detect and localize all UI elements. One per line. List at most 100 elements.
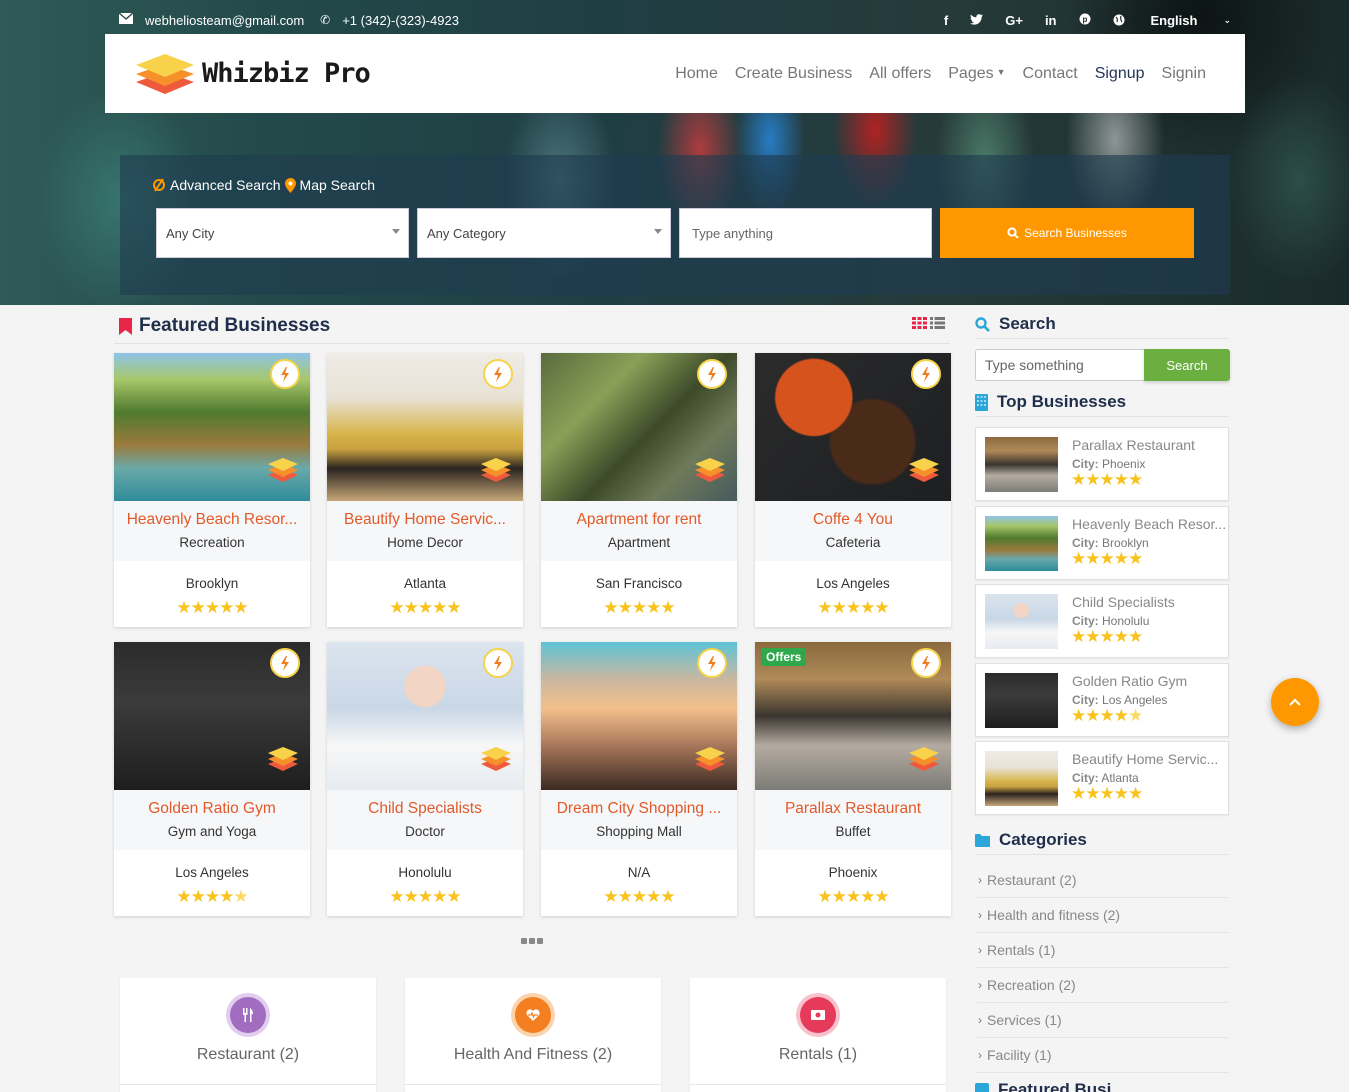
business-name[interactable]: Apartment for rent xyxy=(541,511,737,529)
pinterest-icon[interactable]: p xyxy=(1079,13,1091,28)
language-selector[interactable]: English ⌄ xyxy=(1113,13,1231,28)
nav-all-offers[interactable]: All offers xyxy=(869,65,931,83)
nav-create-business[interactable]: Create Business xyxy=(735,65,852,83)
business-name[interactable]: Heavenly Beach Resor... xyxy=(1072,516,1226,532)
city-select[interactable]: Any City xyxy=(156,208,409,258)
top-business-item[interactable]: Child Specialists City: Honolulu ★★★★★ xyxy=(975,584,1229,658)
top-business-item[interactable]: Heavenly Beach Resor... City: Brooklyn ★… xyxy=(975,505,1229,580)
business-card[interactable]: Coffe 4 You Cafeteria Los Angeles ★★★★★ xyxy=(755,353,951,627)
star-icon: ★ xyxy=(617,598,633,617)
business-card[interactable]: Apartment for rent Apartment San Francis… xyxy=(541,353,737,627)
chevron-right-icon: › xyxy=(978,873,982,887)
business-name[interactable]: Parallax Restaurant xyxy=(755,800,951,818)
sidebar-search-input[interactable]: Type something xyxy=(975,349,1144,381)
tab-advanced-search[interactable]: Advanced Search xyxy=(152,177,281,193)
brand-logo[interactable]: Whizbiz Pro xyxy=(136,50,371,98)
category-link[interactable]: › Rentals (1) xyxy=(977,933,1229,968)
star-icon: ★ xyxy=(831,887,847,906)
category-link[interactable]: › Health and fitness (2) xyxy=(977,898,1229,933)
category-box[interactable]: Health And Fitness (2) xyxy=(405,978,661,1092)
business-city: City: Los Angeles xyxy=(1072,692,1168,707)
star-icon: ★ xyxy=(1071,627,1086,646)
facebook-icon[interactable]: f xyxy=(944,13,948,28)
google-plus-icon[interactable]: G+ xyxy=(1005,13,1023,28)
business-name[interactable]: Golden Ratio Gym xyxy=(1072,673,1187,689)
sidebar-search-heading: Search xyxy=(975,314,1056,334)
nav-signin[interactable]: Signin xyxy=(1162,65,1206,83)
top-business-item[interactable]: Beautify Home Servic... City: Atlanta ★★… xyxy=(975,741,1229,815)
contact-phone[interactable]: ✆ +1 (342)-(323)-4923 xyxy=(318,13,459,28)
star-icon: ★ xyxy=(1113,784,1129,803)
category-box[interactable]: Restaurant (2) xyxy=(120,978,376,1092)
business-name[interactable]: Dream City Shopping ... xyxy=(541,800,737,818)
hero-search-panel: Advanced Search Map Search Any City Any … xyxy=(120,155,1230,295)
featured-flash-icon xyxy=(270,359,300,389)
featured-sidebar-heading: Featured Busi... xyxy=(975,1080,1126,1092)
business-name[interactable]: Beautify Home Servic... xyxy=(327,511,523,529)
business-card[interactable]: Dream City Shopping ... Shopping Mall N/… xyxy=(541,642,737,916)
business-name[interactable]: Heavenly Beach Resor... xyxy=(114,511,310,529)
more-dots-icon[interactable] xyxy=(521,938,543,944)
star-icon: ★ xyxy=(1085,705,1100,725)
featured-flash-icon xyxy=(911,359,941,389)
rating-stars: ★★★★★ xyxy=(1071,470,1143,490)
category-box[interactable]: Rentals (1) xyxy=(690,978,946,1092)
rating-stars: ★★★★★ xyxy=(541,887,737,907)
card-info xyxy=(541,501,737,561)
building-icon xyxy=(975,393,988,411)
business-name[interactable]: Child Specialists xyxy=(1072,594,1175,610)
business-name[interactable]: Parallax Restaurant xyxy=(1072,437,1195,453)
top-business-item[interactable]: Parallax Restaurant City: Phoenix ★★★★★ xyxy=(975,427,1229,501)
business-name[interactable]: Child Specialists xyxy=(327,800,523,818)
star-icon: ★ xyxy=(1113,627,1129,646)
business-card[interactable]: Beautify Home Servic... Home Decor Atlan… xyxy=(327,353,523,627)
keyword-input[interactable]: Type anything xyxy=(679,208,932,258)
business-thumbnail[interactable] xyxy=(985,751,1058,806)
list-view-icon[interactable] xyxy=(930,317,945,329)
grid-view-icon[interactable] xyxy=(912,317,927,329)
category-link[interactable]: › Facility (1) xyxy=(977,1038,1229,1073)
business-name[interactable]: Beautify Home Servic... xyxy=(1072,751,1218,767)
business-card[interactable]: Child Specialists Doctor Honolulu ★★★★★ xyxy=(327,642,523,916)
nav-home[interactable]: Home xyxy=(675,65,718,83)
business-card[interactable]: Golden Ratio Gym Gym and Yoga Los Angele… xyxy=(114,642,310,916)
category-select[interactable]: Any Category xyxy=(417,208,671,258)
nav-contact[interactable]: Contact xyxy=(1023,65,1078,83)
scroll-to-top-button[interactable] xyxy=(1271,678,1319,726)
contact-email[interactable]: webheliosteam@gmail.com xyxy=(105,12,304,28)
category-link[interactable]: › Recreation (2) xyxy=(977,968,1229,1003)
business-thumbnail[interactable] xyxy=(985,672,1058,728)
nav-signup[interactable]: Signup xyxy=(1095,65,1145,83)
search-tabs: Advanced Search Map Search xyxy=(152,177,379,193)
card-info xyxy=(327,501,523,561)
chevron-up-icon xyxy=(1289,698,1301,706)
divider xyxy=(975,416,1229,417)
business-thumbnail[interactable] xyxy=(985,515,1058,571)
tab-map-search[interactable]: Map Search xyxy=(284,177,375,193)
business-card[interactable]: Offers Parallax Restaurant Buffet Phoeni… xyxy=(755,642,951,916)
category-link[interactable]: › Services (1) xyxy=(977,1003,1229,1038)
rating-stars: ★★★★★ xyxy=(327,887,523,907)
business-category: Home Decor xyxy=(387,535,463,550)
divider xyxy=(114,343,950,344)
nav-pages[interactable]: Pages ▼ xyxy=(948,65,1005,83)
business-city: City: Honolulu xyxy=(1072,614,1150,628)
business-thumbnail[interactable] xyxy=(985,594,1058,649)
top-business-item[interactable]: Golden Ratio Gym City: Los Angeles ★★★★★ xyxy=(975,662,1229,737)
featured-title: Featured Businesses xyxy=(119,315,330,337)
business-thumbnail[interactable] xyxy=(985,437,1058,492)
linkedin-icon[interactable]: in xyxy=(1045,13,1057,28)
star-icon: ★ xyxy=(1099,784,1115,803)
star-icon: ★ xyxy=(389,598,404,617)
twitter-icon[interactable] xyxy=(970,13,984,28)
category-link[interactable]: › Restaurant (2) xyxy=(977,863,1229,898)
star-icon: ★ xyxy=(176,598,191,617)
business-name[interactable]: Coffe 4 You xyxy=(755,511,951,529)
square-icon xyxy=(975,1083,989,1092)
featured-flash-icon xyxy=(483,359,513,389)
business-name[interactable]: Golden Ratio Gym xyxy=(114,800,310,818)
featured-flash-icon xyxy=(697,648,727,678)
sidebar-search-button[interactable]: Search xyxy=(1144,349,1230,381)
search-businesses-button[interactable]: Search Businesses xyxy=(940,208,1194,258)
business-card[interactable]: Heavenly Beach Resor... Recreation Brook… xyxy=(114,353,310,627)
